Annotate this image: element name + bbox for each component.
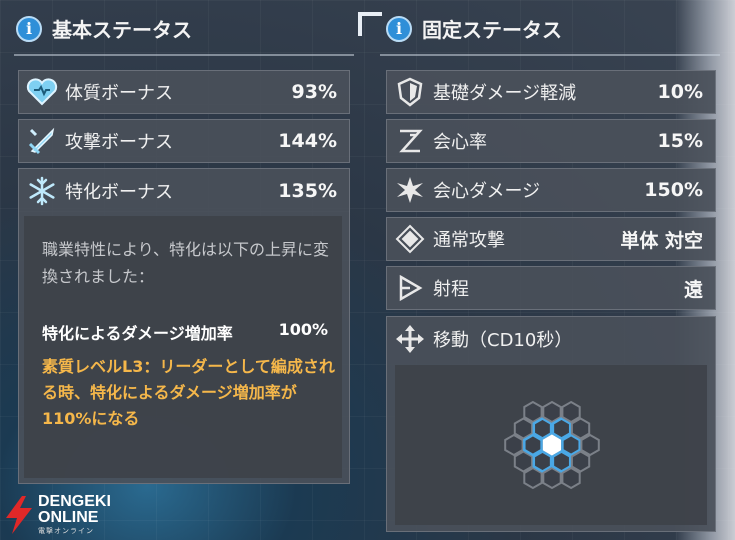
stat-row-crit-damage[interactable]: 会心ダメージ 150%	[386, 168, 716, 212]
fixed-status-title: 固定ステータス	[422, 18, 562, 42]
stat-value: 15%	[657, 130, 703, 152]
crit-rate-icon	[387, 119, 433, 163]
hex-cell-origin	[542, 434, 562, 456]
talent-note: 素質レベルL3：リーダーとして編成される時、特化によるダメージ増加率が110%に…	[42, 357, 335, 428]
hex-cell-movable	[523, 433, 543, 457]
hex-cell	[513, 417, 534, 440]
dengeki-online-logo: DENGEKI ONLINE 電撃オンライン	[4, 494, 111, 536]
stat-label: 特化ボーナス	[65, 181, 173, 203]
stat-value: 144%	[278, 130, 337, 152]
hex-cell	[561, 466, 581, 490]
basic-status-header: i 基本ステータス	[16, 14, 192, 43]
stat-value: 150%	[644, 179, 703, 201]
movement-range-grid	[395, 365, 707, 525]
movement-panel[interactable]: 移動（CD10秒）	[386, 316, 716, 532]
lightning-bolt-logo	[6, 496, 32, 534]
stat-row-attack[interactable]: 攻撃ボーナス 144%	[18, 119, 350, 163]
movement-label: 移動（CD10秒）	[433, 330, 573, 351]
hex-cell	[523, 466, 543, 490]
hex-cell-movable	[532, 450, 553, 473]
stat-value: 10%	[657, 81, 703, 103]
stat-row-normal-attack[interactable]: 通常攻撃 単体 対空	[386, 217, 716, 261]
stat-value: 93%	[291, 81, 337, 103]
hex-cell-movable	[532, 417, 553, 440]
hex-cell	[580, 433, 600, 457]
hex-cell	[504, 433, 524, 457]
hex-cell	[570, 417, 591, 440]
hex-cell	[561, 400, 581, 424]
hex-cell	[570, 450, 591, 473]
move-arrows-icon	[387, 324, 433, 354]
stat-label: 体質ボーナス	[65, 83, 173, 104]
damage-bonus-value: 100%	[278, 320, 328, 339]
stat-row-specialization[interactable]: 特化ボーナス 135%	[18, 168, 350, 212]
stat-label: 会心率	[433, 132, 487, 153]
conversion-description: 職業特性により、特化は以下の上昇に変換されました：	[42, 240, 330, 286]
hex-cell	[542, 466, 562, 490]
hex-cell-movable	[561, 433, 581, 457]
divider	[380, 54, 720, 56]
info-icon[interactable]: i	[386, 15, 412, 42]
heart-icon	[19, 70, 65, 114]
logo-sub: ONLINE	[38, 509, 99, 526]
stat-value: 135%	[278, 179, 337, 202]
stat-label: 射程	[433, 279, 469, 300]
logo-brand: DENGEKI	[38, 493, 111, 510]
corner-bracket-decoration	[358, 12, 382, 36]
range-icon	[387, 266, 433, 310]
burst-icon	[387, 168, 433, 212]
attack-pattern-icon	[387, 217, 433, 261]
stat-value: 遠	[683, 278, 703, 301]
damage-bonus-label: 特化によるダメージ増加率	[42, 324, 233, 343]
info-icon[interactable]: i	[16, 15, 42, 42]
hex-grid	[504, 400, 600, 490]
stat-label: 基礎ダメージ軽減	[433, 83, 577, 104]
divider	[14, 54, 354, 56]
stat-row-constitution[interactable]: 体質ボーナス 93%	[18, 70, 350, 114]
stat-label: 会心ダメージ	[433, 181, 541, 202]
stat-row-damage-reduction[interactable]: 基礎ダメージ軽減 10%	[386, 70, 716, 114]
stat-label: 攻撃ボーナス	[65, 132, 173, 153]
stat-value: 単体 対空	[620, 229, 703, 252]
sword-icon	[19, 119, 65, 163]
stat-row-range[interactable]: 射程 遠	[386, 266, 716, 310]
logo-caption: 電撃オンライン	[38, 527, 94, 535]
snowflake-icon	[19, 169, 65, 213]
basic-status-title: 基本ステータス	[52, 18, 192, 42]
hex-cell-movable	[551, 417, 572, 440]
hex-cell	[523, 400, 543, 424]
stat-label: 通常攻撃	[433, 230, 505, 251]
specialization-detail-panel: 職業特性により、特化は以下の上昇に変換されました： 特化によるダメージ増加率 1…	[24, 216, 342, 478]
stat-row-crit-rate[interactable]: 会心率 15%	[386, 119, 716, 163]
hex-cell	[542, 400, 562, 424]
hex-cell-movable	[551, 450, 572, 473]
shield-icon	[387, 70, 433, 114]
fixed-status-header: i 固定ステータス	[386, 14, 562, 43]
hex-cell	[513, 450, 534, 473]
